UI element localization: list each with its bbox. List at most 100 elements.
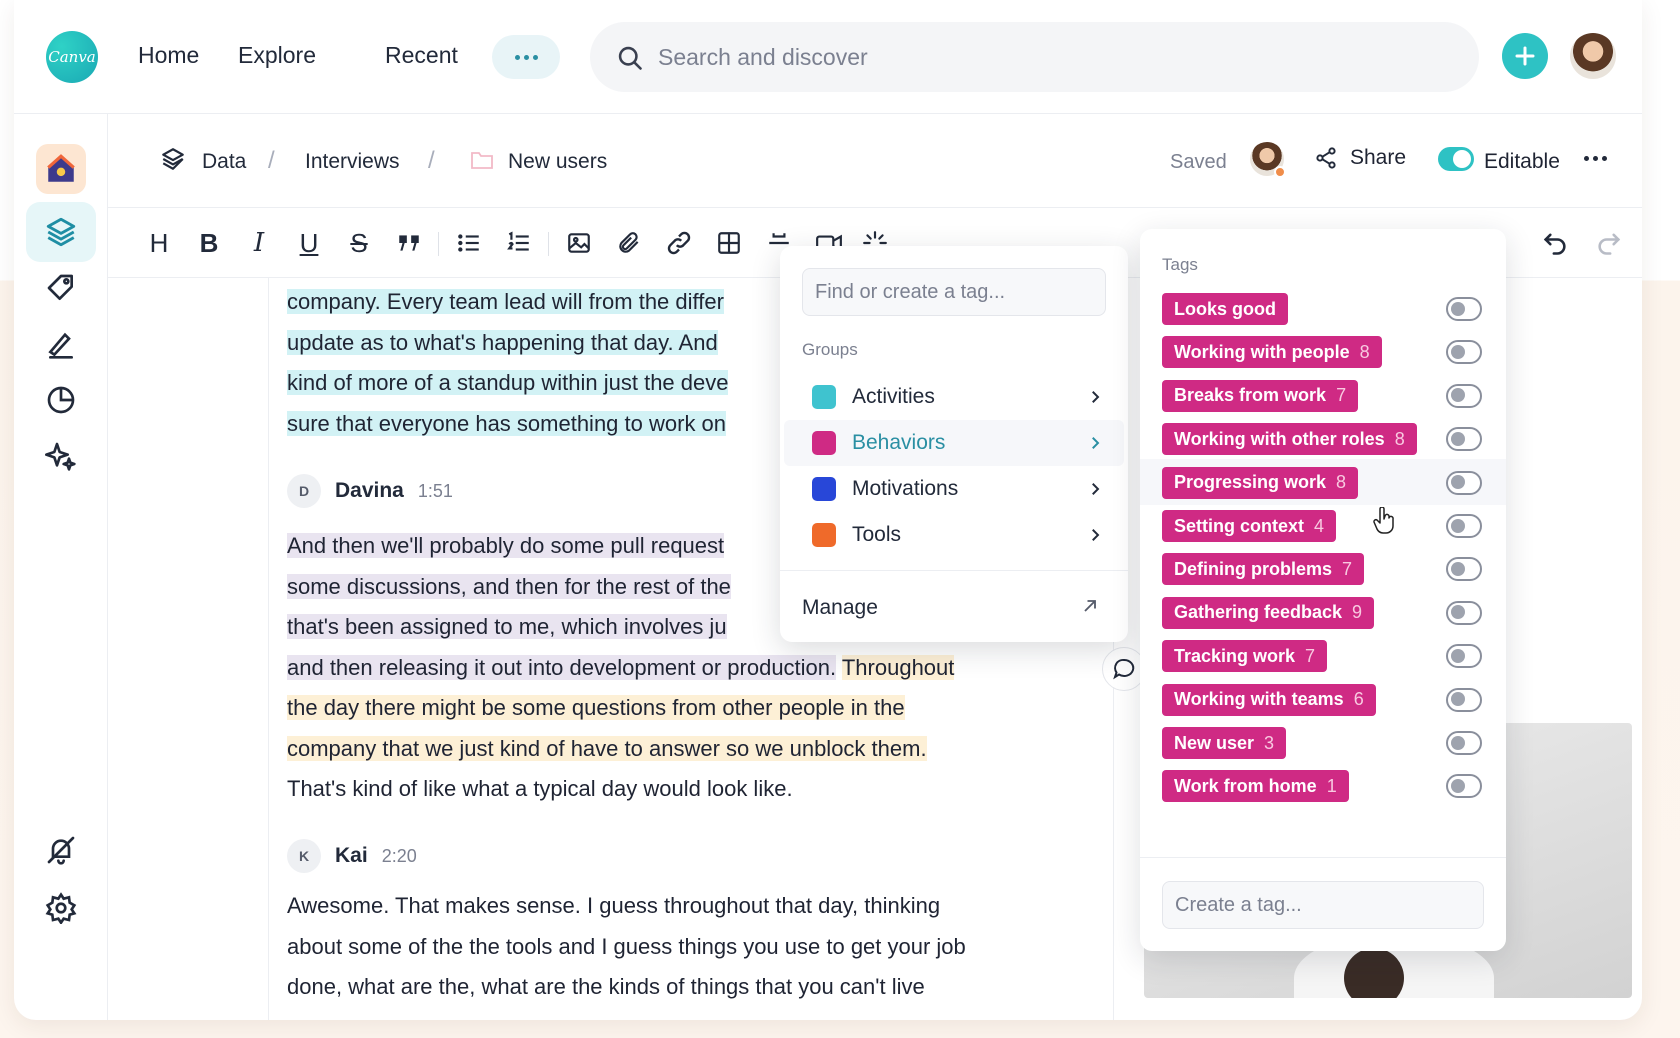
tag-row[interactable]: New user 3 [1140, 719, 1506, 765]
breadcrumb-separator: / [268, 147, 275, 174]
editable-toggle[interactable] [1438, 147, 1474, 171]
attachment-button[interactable] [612, 226, 646, 260]
tag-chip[interactable]: Setting context 4 [1162, 510, 1337, 542]
tag-chip[interactable]: Gathering feedback 9 [1162, 596, 1375, 629]
tag-chip[interactable]: Tracking work 7 [1162, 640, 1328, 673]
breadcrumb-interviews[interactable]: Interviews [305, 150, 400, 174]
tag-toggle[interactable] [1446, 427, 1482, 452]
group-color-swatch [812, 523, 836, 547]
more-nav-button[interactable] [492, 35, 560, 79]
tag-chip[interactable]: Breaks from work 7 [1162, 379, 1359, 412]
search-input[interactable] [658, 36, 1438, 78]
tag-row[interactable]: Tracking work 7 [1140, 632, 1506, 678]
tag-chip[interactable]: Working with people 8 [1162, 336, 1382, 369]
create-tag-input[interactable] [1162, 881, 1484, 929]
rail-settings-button[interactable] [26, 878, 96, 938]
tag-toggle[interactable] [1446, 687, 1482, 712]
tag-row[interactable]: Working with other roles 8 [1140, 415, 1506, 461]
speaker-name: Kai [335, 844, 368, 867]
tag-row[interactable]: Working with people 8 [1140, 328, 1506, 374]
tag-row[interactable]: Progressing work 8 [1140, 458, 1506, 505]
group-activities[interactable]: Activities [784, 374, 1124, 420]
heading-button[interactable]: H [142, 226, 176, 260]
nav-explore[interactable]: Explore [238, 42, 316, 69]
tag-label: Working with teams [1174, 689, 1344, 710]
tag-row[interactable]: Gathering feedback 9 [1140, 589, 1506, 635]
rail-data-button[interactable] [26, 202, 96, 262]
breadcrumb-data[interactable]: Data [202, 150, 246, 174]
tag-search-input[interactable] [802, 268, 1106, 316]
numbered-list-button[interactable] [502, 226, 536, 260]
create-button[interactable] [1502, 33, 1548, 79]
hand-cursor-icon [1373, 507, 1394, 534]
bullet-list-button[interactable] [452, 226, 486, 260]
tag-chip[interactable]: Working with teams 6 [1162, 683, 1376, 716]
top-bar: Canva Home Explore Recent [14, 0, 1642, 114]
quote-button[interactable] [392, 226, 426, 260]
tag-toggle[interactable] [1446, 600, 1482, 625]
tag-count: 8 [1336, 472, 1347, 493]
speaker-davina: D Davina 1:51 [287, 473, 453, 509]
nav-home[interactable]: Home [138, 42, 199, 69]
tag-count: 3 [1264, 732, 1275, 753]
link-icon [667, 231, 691, 255]
tag-toggle[interactable] [1446, 557, 1482, 582]
group-motivations[interactable]: Motivations [784, 466, 1124, 512]
bold-button[interactable]: B [192, 226, 226, 260]
tag-toggle[interactable] [1446, 514, 1482, 538]
undo-button[interactable] [1538, 226, 1572, 260]
tag-chip[interactable]: Progressing work 8 [1162, 466, 1359, 499]
tag-chip[interactable]: Work from home 1 [1162, 770, 1349, 803]
user-avatar[interactable] [1570, 33, 1616, 79]
transcript-block-kai[interactable]: Awesome. That makes sense. I guess throu… [287, 886, 1087, 1008]
table-button[interactable] [712, 226, 746, 260]
tag-toggle[interactable] [1446, 644, 1482, 669]
document-menu-button[interactable] [1584, 156, 1607, 161]
group-label: Behaviors [852, 431, 946, 454]
tag-chip[interactable]: New user 3 [1162, 727, 1287, 759]
tag-toggle[interactable] [1446, 383, 1482, 408]
tag-label: Tracking work [1174, 645, 1296, 666]
tag-toggle[interactable] [1446, 297, 1482, 321]
tag-toggle[interactable] [1446, 470, 1482, 495]
tag-toggle[interactable] [1446, 340, 1482, 365]
tag-chip[interactable]: Defining problems 7 [1162, 553, 1365, 586]
tag-row[interactable]: Work from home 1 [1140, 762, 1506, 808]
workspace-home-button[interactable] [36, 144, 86, 194]
underline-button[interactable]: U [292, 226, 326, 260]
breadcrumb-new-users[interactable]: New users [508, 150, 607, 174]
tag-row[interactable]: Defining problems 7 [1140, 545, 1506, 591]
tag-row[interactable]: Looks good [1140, 285, 1506, 331]
link-button[interactable] [662, 226, 696, 260]
strikethrough-button[interactable]: S [342, 226, 376, 260]
nav-recent[interactable]: Recent [385, 42, 458, 69]
tag-row[interactable]: Setting context 4 [1140, 502, 1506, 548]
group-tools[interactable]: Tools [784, 512, 1124, 558]
tag-toggle[interactable] [1446, 774, 1482, 799]
manage-tags-link[interactable]: Manage [802, 596, 878, 620]
tag-chip[interactable]: Working with other roles 8 [1162, 423, 1417, 456]
redo-button[interactable] [1592, 226, 1626, 260]
rail-magic-button[interactable] [26, 426, 96, 486]
rail-notifications-button[interactable] [26, 820, 96, 880]
canva-logo[interactable]: Canva [46, 31, 98, 83]
collaborator-avatar[interactable] [1250, 142, 1286, 178]
speaker-timestamp[interactable]: 2:20 [382, 846, 417, 867]
quote-icon [399, 235, 419, 251]
tag-chip[interactable]: Looks good [1162, 293, 1288, 325]
rail-highlight-button[interactable] [26, 314, 96, 374]
group-behaviors[interactable]: Behaviors [784, 420, 1124, 466]
folder-icon [471, 152, 493, 169]
rail-insights-button[interactable] [26, 370, 96, 430]
tag-row[interactable]: Breaks from work 7 [1140, 372, 1506, 418]
rail-tags-button[interactable] [26, 258, 96, 318]
chevron-right-icon [1092, 391, 1100, 403]
image-button[interactable] [562, 226, 596, 260]
tag-row[interactable]: Working with teams 6 [1140, 676, 1506, 722]
arrow-up-right-icon[interactable] [1080, 596, 1100, 616]
share-button[interactable]: Share [1314, 140, 1406, 176]
italic-button[interactable]: I [242, 226, 276, 260]
speaker-timestamp[interactable]: 1:51 [418, 481, 453, 502]
pie-chart-icon [47, 386, 75, 414]
tag-toggle[interactable] [1446, 731, 1482, 755]
